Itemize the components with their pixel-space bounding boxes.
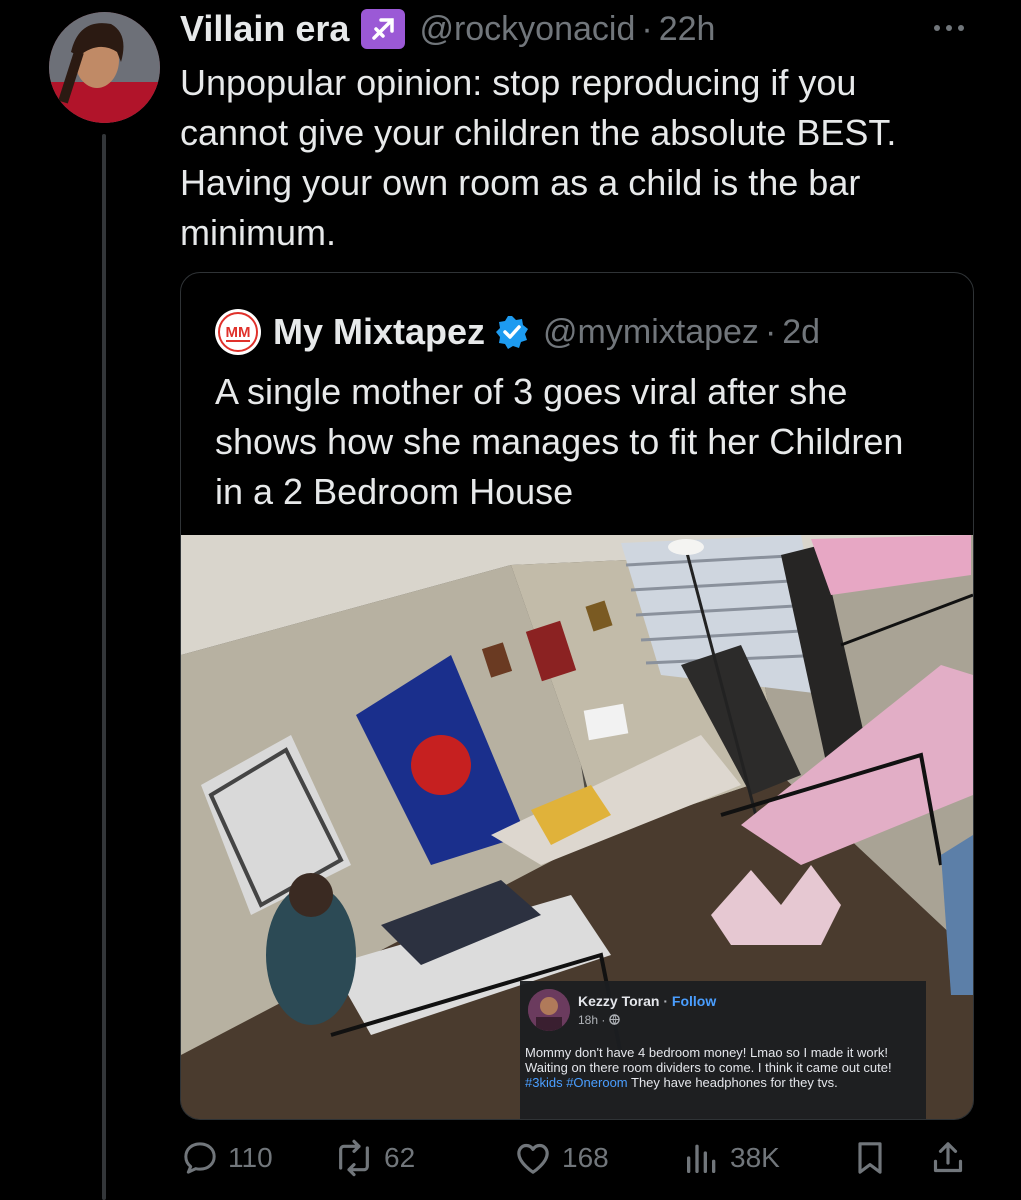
thread-line [102, 134, 106, 1200]
like-count: 168 [562, 1142, 609, 1173]
quoted-handle[interactable]: @mymixtapez [543, 313, 759, 352]
globe-icon [608, 1013, 620, 1027]
fb-post-text: Mommy don't have 4 bedroom money! Lmao s… [525, 1045, 923, 1090]
fb-text-body: Mommy don't have 4 bedroom money! Lmao s… [525, 1045, 892, 1075]
author-handle[interactable]: @rockyonacid [419, 10, 635, 49]
verified-badge-icon [495, 315, 529, 349]
view-count: 38K [730, 1142, 780, 1173]
quoted-display-name[interactable]: My Mixtapez [273, 311, 485, 353]
bedroom-photo[interactable]: Kezzy Toran · Follow 18h · Mommy don't h… [181, 535, 973, 1119]
fb-follow-link: Follow [671, 993, 717, 1009]
svg-text:MM: MM [226, 324, 251, 341]
quoted-time[interactable]: 2d [782, 313, 820, 352]
facebook-post-overlay: Kezzy Toran · Follow 18h · Mommy don't h… [520, 981, 926, 1119]
reply-button[interactable]: 110 [180, 1138, 273, 1178]
views-bar-chart-icon [682, 1138, 722, 1178]
retweet-button[interactable]: 62 [332, 1138, 415, 1178]
author-display-name[interactable]: Villain era [180, 8, 349, 50]
mymixtapez-logo-icon: MM [215, 309, 261, 355]
fb-hashtag: #3kids [525, 1075, 563, 1090]
reply-count: 110 [228, 1142, 273, 1173]
fb-time-text: 18h · [578, 1013, 606, 1027]
bookmark-button[interactable] [850, 1138, 890, 1178]
fb-author: Kezzy Toran · Follow [578, 993, 717, 1009]
separator-dot: · [764, 312, 777, 351]
tweet-header: Villain era @rockyonacid · 22h [180, 8, 715, 50]
separator-dot: · [641, 9, 653, 48]
more-options-icon[interactable] [925, 12, 973, 44]
quoted-tweet-header: MM My Mixtapez @mymixtapez · 2d [215, 309, 820, 355]
fb-hashtag: #Oneroom [566, 1075, 628, 1090]
retweet-count: 62 [384, 1142, 416, 1173]
bookmark-icon [850, 1138, 890, 1178]
share-icon [928, 1138, 968, 1178]
views-button[interactable]: 38K [682, 1138, 780, 1178]
retweet-icon [332, 1138, 376, 1178]
reply-icon [180, 1138, 220, 1178]
quoted-tweet-card[interactable]: MM My Mixtapez @mymixtapez · 2d A single… [180, 272, 974, 1120]
share-button[interactable] [928, 1138, 968, 1178]
tweet-text: Unpopular opinion: stop reproducing if y… [180, 62, 897, 253]
like-button[interactable]: 168 [512, 1138, 609, 1178]
tweet-time[interactable]: 22h [659, 10, 716, 49]
fb-avatar [528, 989, 570, 1031]
heart-icon [512, 1138, 554, 1178]
tweet-action-bar: 110 62 168 38K [0, 1136, 1021, 1184]
fb-text-tail: They have headphones for they tvs. [627, 1075, 838, 1090]
fb-timestamp: 18h · [578, 1013, 620, 1027]
author-avatar[interactable] [49, 12, 160, 123]
quoted-tweet-text: A single mother of 3 goes viral after sh… [215, 371, 904, 512]
fb-author-name: Kezzy Toran [578, 993, 660, 1009]
sagittarius-icon [361, 9, 406, 49]
